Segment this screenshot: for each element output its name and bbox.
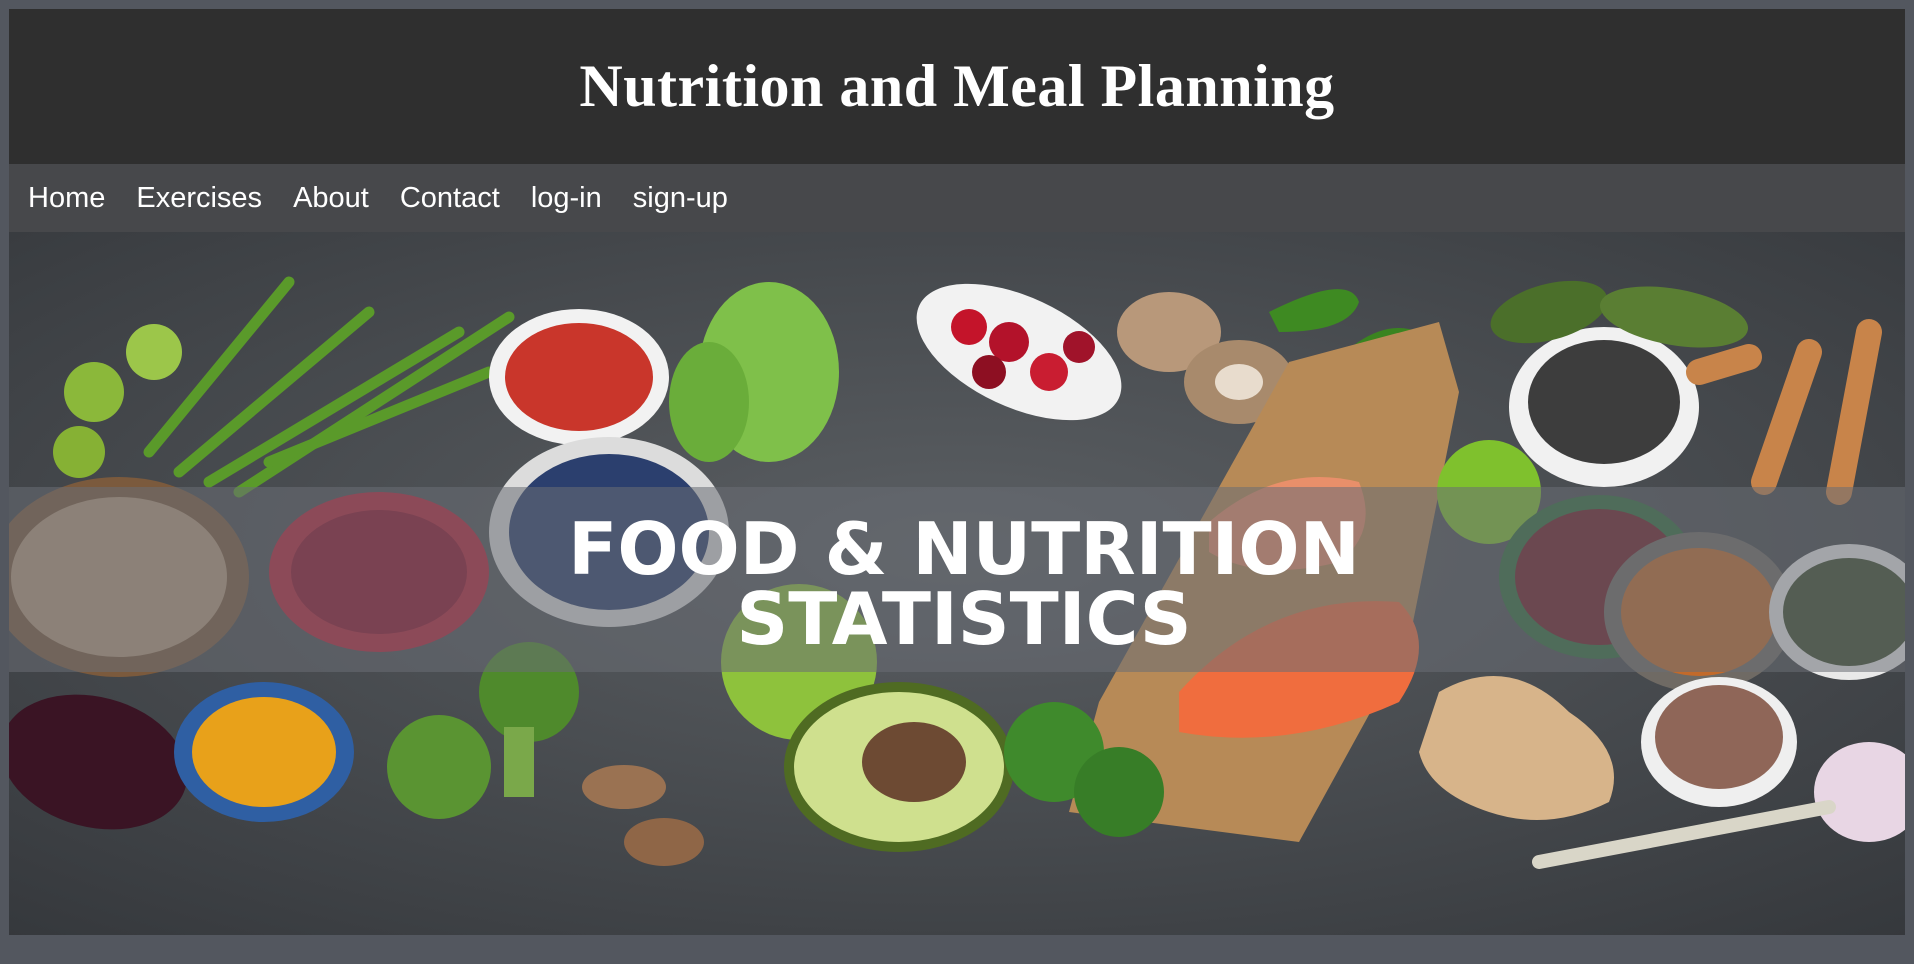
turmeric-bowl	[174, 682, 354, 822]
page-title: Nutrition and Meal Planning	[579, 53, 1335, 119]
avocado	[784, 682, 1014, 852]
page-frame: Nutrition and Meal Planning Home Exercis…	[9, 9, 1905, 940]
banner-line-2: STATISTICS	[736, 577, 1191, 661]
chia-bowl	[1509, 327, 1699, 487]
goji-bowl	[489, 309, 669, 445]
bottom-bar	[9, 935, 1905, 940]
pinto-bean-bowl	[1641, 677, 1797, 807]
nav-link-login[interactable]: log-in	[531, 182, 602, 215]
nav-link-contact[interactable]: Contact	[400, 182, 500, 215]
nav-link-home[interactable]: Home	[28, 182, 105, 215]
nav-link-exercises[interactable]: Exercises	[136, 182, 262, 215]
nav-link-signup[interactable]: sign-up	[633, 182, 728, 215]
nav-link-about[interactable]: About	[293, 182, 369, 215]
site-header: Nutrition and Meal Planning	[9, 9, 1905, 164]
hero-banner-image: FOOD & NUTRITION STATISTICS	[9, 232, 1905, 935]
main-nav: Home Exercises About Contact log-in sign…	[9, 164, 1905, 232]
